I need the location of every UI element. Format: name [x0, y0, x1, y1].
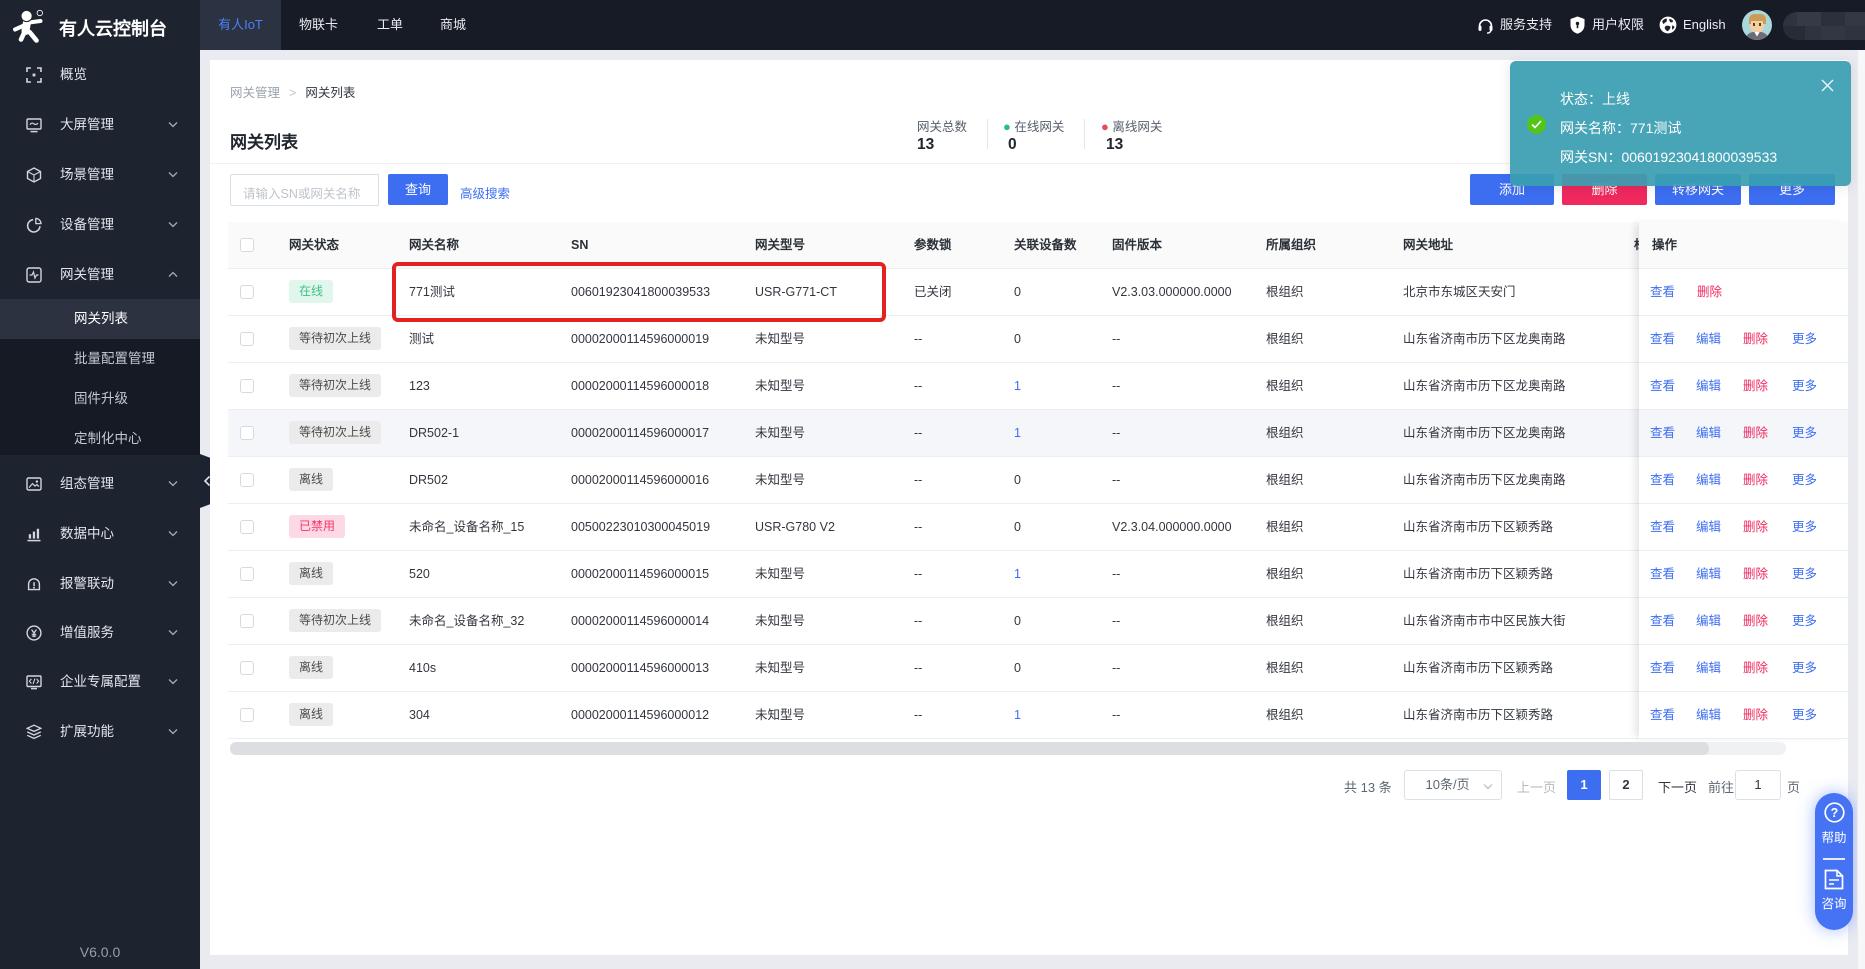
svg-text:?: ?	[1831, 806, 1839, 820]
